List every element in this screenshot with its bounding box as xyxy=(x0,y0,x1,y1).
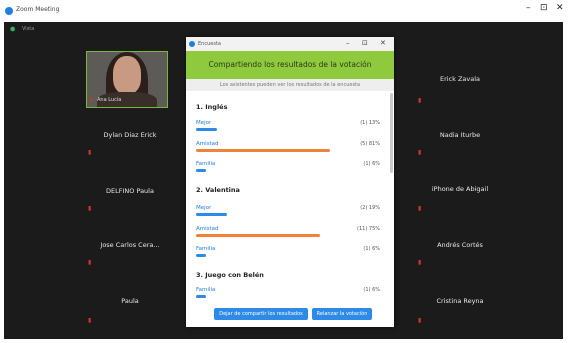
muted-mic-icon: ▮ xyxy=(418,97,422,104)
participant-name: Nadia Iturbe xyxy=(439,131,481,139)
poll-close-button[interactable]: ✕ xyxy=(380,39,386,47)
option-label: Familia xyxy=(196,287,216,293)
option-percentage: (1) 13% xyxy=(360,120,380,126)
result-bar xyxy=(196,295,206,298)
minimize-button[interactable]: – xyxy=(526,3,531,13)
participant-tile[interactable]: Dylan Diaz Erick xyxy=(70,131,190,139)
stop-sharing-results-button[interactable]: Dejar de compartir los resultados xyxy=(214,308,308,320)
relaunch-poll-button[interactable]: Relanzar la votación xyxy=(312,308,372,320)
result-bar xyxy=(196,169,206,172)
poll-title-bar: Encuesta – ⊡ ✕ xyxy=(186,37,394,51)
result-bar xyxy=(196,234,320,237)
title-bar: Zoom Meeting – ⊡ ✕ xyxy=(0,0,569,22)
participant-face xyxy=(113,56,141,94)
question-title: 3. Juego con Belén xyxy=(196,271,264,279)
participant-name: Ana Lucía xyxy=(97,97,122,103)
muted-mic-icon: ▮ xyxy=(88,205,92,212)
participant-tile[interactable]: Erick Zavala xyxy=(400,75,520,83)
participant-name: Andrés Cortés xyxy=(437,241,483,249)
sharing-results-banner: Compartiendo los resultados de la votaci… xyxy=(186,51,394,79)
question-title: 2. Valentina xyxy=(196,186,240,194)
option-label: Familia xyxy=(196,246,216,252)
option-percentage: (1) 6% xyxy=(363,287,380,293)
option-percentage: (5) 81% xyxy=(360,141,380,147)
participant-video-tile[interactable]: ▮ Ana Lucía xyxy=(86,51,168,108)
participant-tile[interactable]: DELFINO Paula xyxy=(70,187,190,195)
poll-subtitle: Los asistentes pueden ver los resultados… xyxy=(219,82,361,88)
poll-maximize-button[interactable]: ⊡ xyxy=(362,39,368,47)
participant-tile[interactable]: Paula xyxy=(70,297,190,305)
banner-text: Compartiendo los resultados de la votaci… xyxy=(208,60,372,69)
muted-mic-icon: ▮ xyxy=(418,317,422,324)
participant-name: Dylan Diaz Erick xyxy=(103,131,157,139)
participant-name: iPhone de Abigail xyxy=(431,185,489,193)
poll-minimize-button[interactable]: – xyxy=(346,39,350,47)
muted-mic-icon: ▮ xyxy=(418,149,422,156)
result-bar xyxy=(196,213,227,216)
muted-mic-icon: ▮ xyxy=(418,205,422,212)
participant-tile[interactable]: Nadia Iturbe xyxy=(400,131,520,139)
window-title: Zoom Meeting xyxy=(16,6,60,13)
muted-mic-icon: ▮ xyxy=(88,149,92,156)
participant-tile[interactable]: Cristina Reyna xyxy=(400,297,520,305)
result-bar xyxy=(196,149,330,152)
option-percentage: (11) 75% xyxy=(357,226,380,232)
option-percentage: (1) 6% xyxy=(363,246,380,252)
option-label: Mejor xyxy=(196,205,212,211)
muted-mic-icon: ▮ xyxy=(90,97,93,103)
participant-name: Paula xyxy=(121,297,139,305)
result-bar xyxy=(196,254,206,257)
maximize-button[interactable]: ⊡ xyxy=(540,3,548,13)
participant-tile[interactable]: Jose Carlos Cera... xyxy=(70,241,190,249)
poll-results-window: Encuesta – ⊡ ✕ Compartiendo los resultad… xyxy=(186,37,394,327)
muted-mic-icon: ▮ xyxy=(88,317,92,324)
poll-scrollbar[interactable] xyxy=(390,93,393,173)
participant-name: Erick Zavala xyxy=(439,75,481,83)
zoom-app-icon xyxy=(5,7,13,15)
muted-mic-icon: ▮ xyxy=(418,259,422,266)
option-label: Amistad xyxy=(196,141,219,147)
shield-icon: ⬢ xyxy=(10,26,16,33)
close-button[interactable]: ✕ xyxy=(556,3,564,13)
option-percentage: (1) 6% xyxy=(363,161,380,167)
participant-name: Cristina Reyna xyxy=(436,297,484,305)
muted-mic-icon: ▮ xyxy=(88,259,92,266)
participant-tile[interactable]: Andrés Cortés xyxy=(400,241,520,249)
participant-name: Jose Carlos Cera... xyxy=(100,241,160,249)
result-bar xyxy=(196,128,217,131)
participant-tile[interactable]: iPhone de Abigail xyxy=(400,185,520,193)
poll-window-title: Encuesta xyxy=(198,41,221,47)
view-label[interactable]: Vista xyxy=(22,26,34,32)
poll-subtitle-bar: Los asistentes pueden ver los resultados… xyxy=(186,79,394,91)
option-label: Amistad xyxy=(196,226,219,232)
option-label: Familia xyxy=(196,161,216,167)
option-label: Mejor xyxy=(196,120,212,126)
zoom-app-icon xyxy=(189,41,195,47)
option-percentage: (2) 19% xyxy=(360,205,380,211)
participant-name: DELFINO Paula xyxy=(106,187,154,195)
question-title: 1. Inglés xyxy=(196,103,228,111)
